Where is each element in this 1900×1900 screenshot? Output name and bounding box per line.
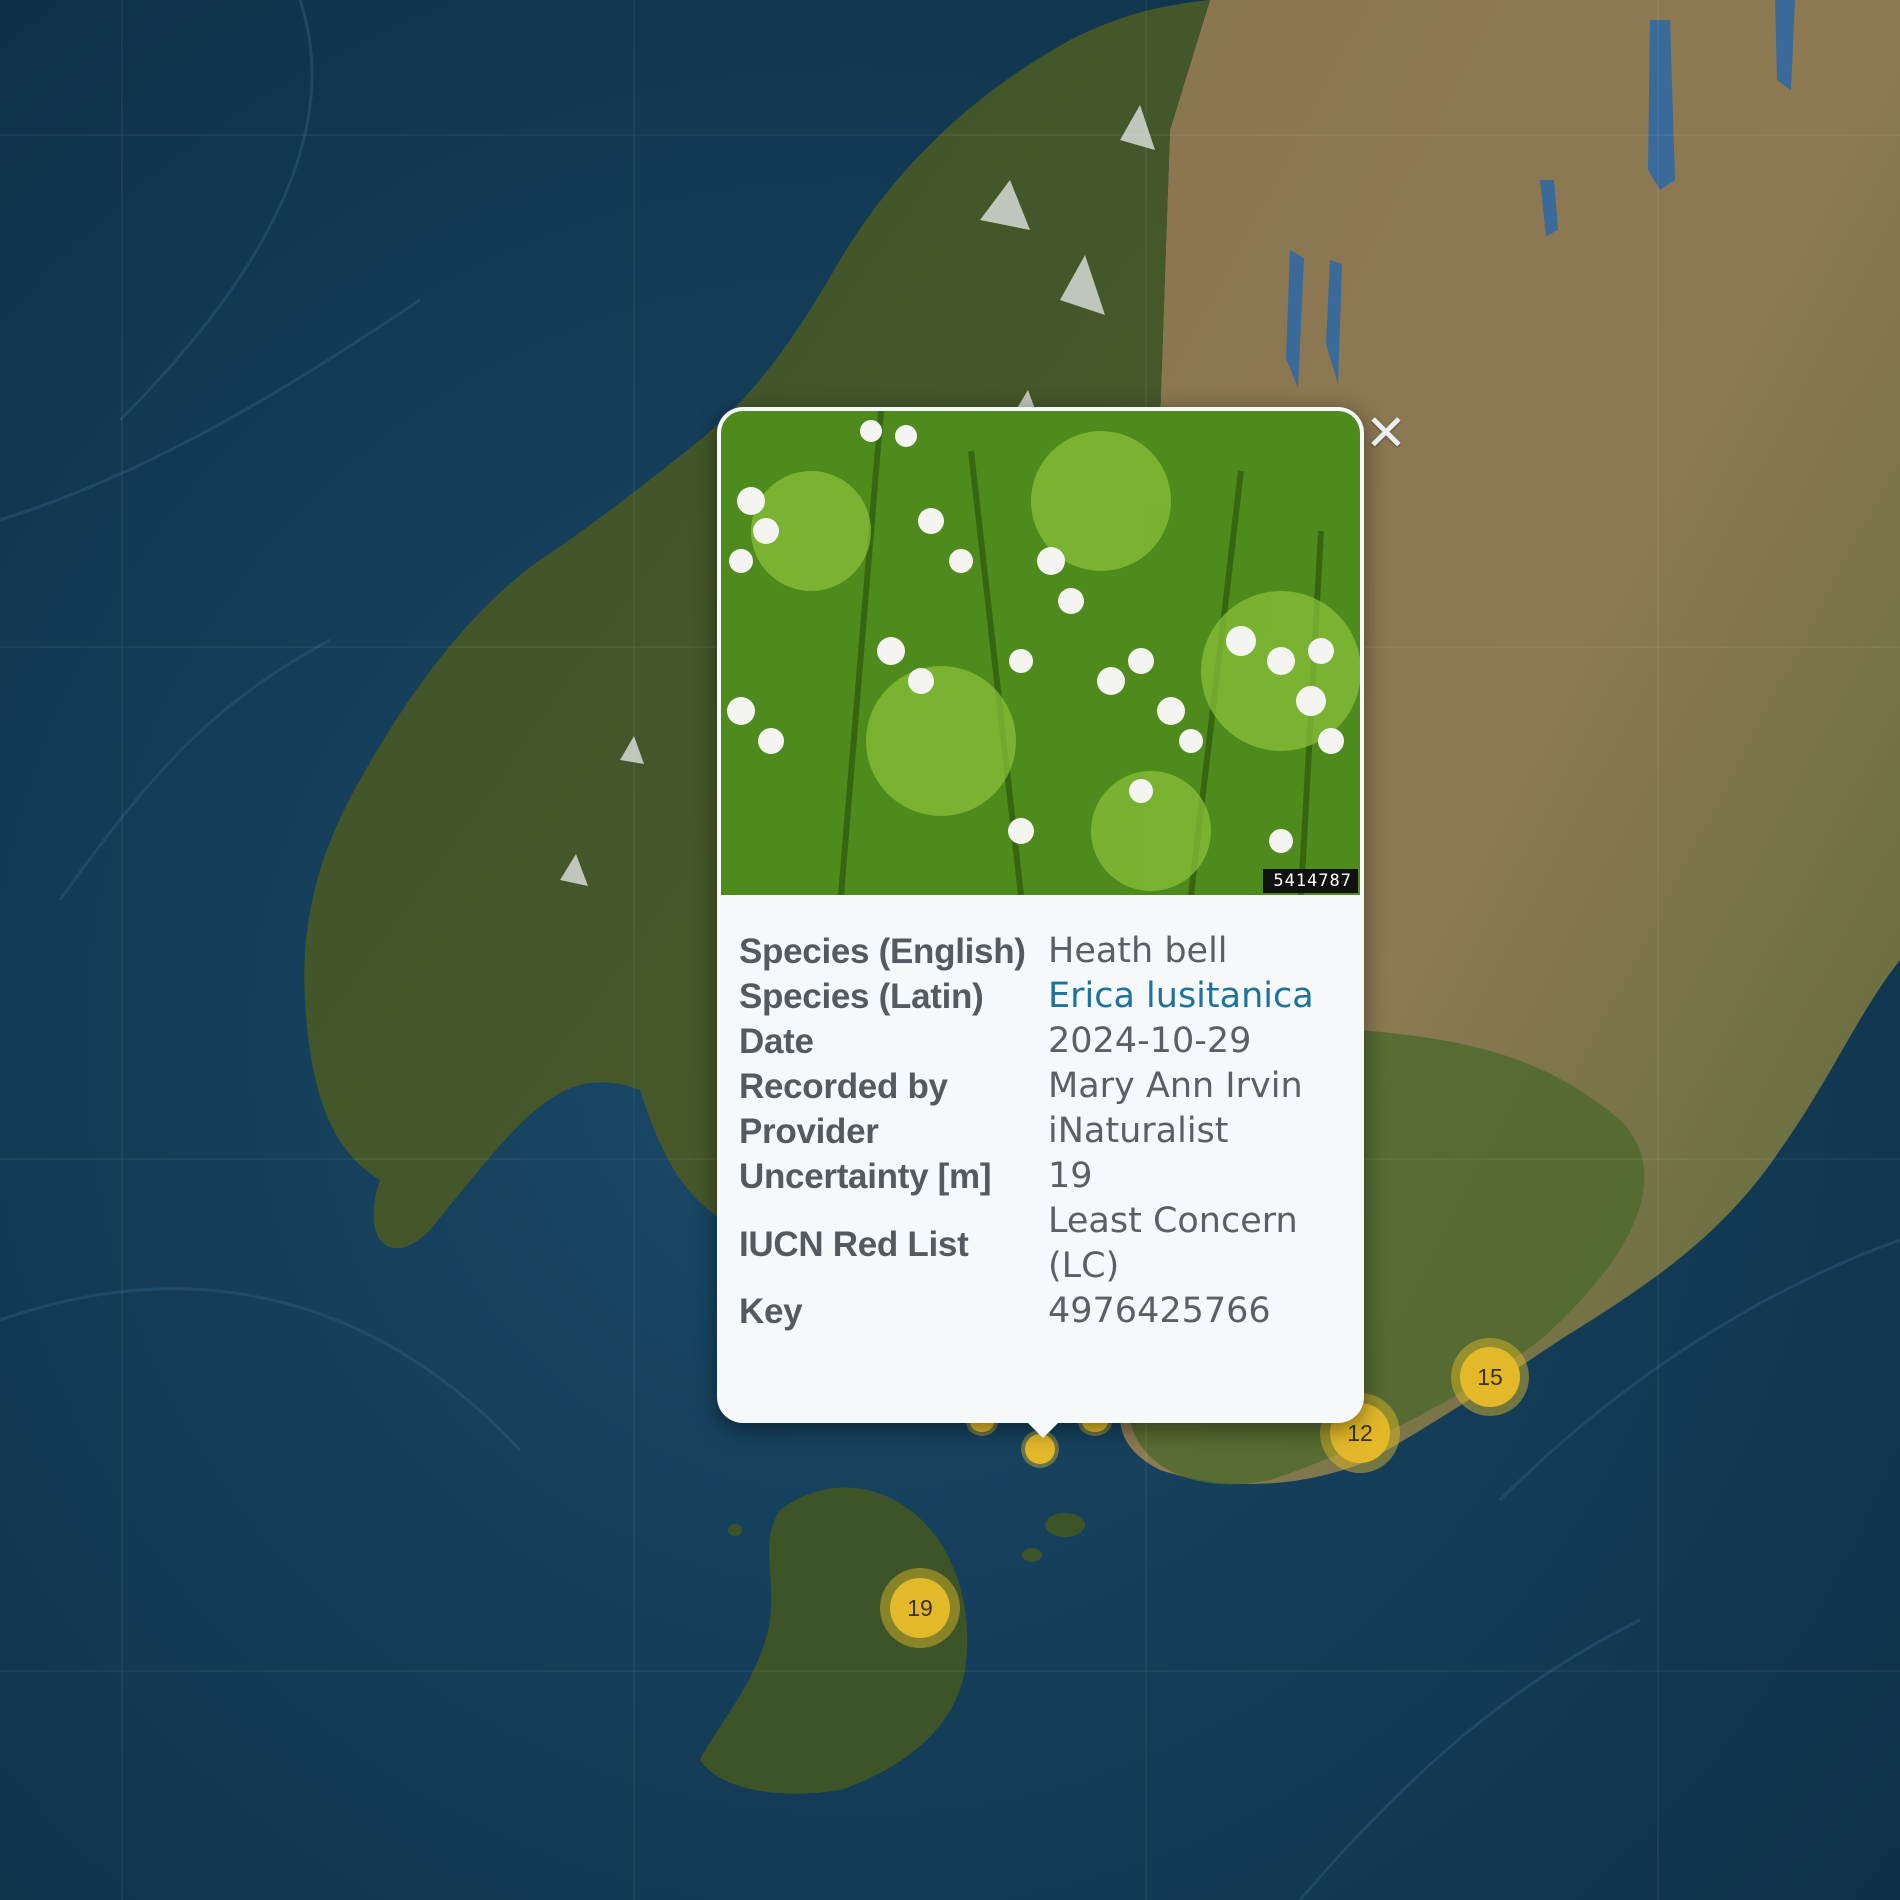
attribute-row: Recorded by Mary Ann Irvin [739, 1064, 1339, 1109]
attribute-label: Uncertainty [m] [739, 1157, 992, 1196]
attribute-label: Date [739, 1022, 814, 1061]
attribute-row: Species (English) Heath bell [739, 929, 1339, 974]
attribute-value: Heath bell [1048, 931, 1228, 971]
attribute-label: Species (English) [739, 932, 1026, 971]
attribute-row: Provider iNaturalist [739, 1109, 1339, 1154]
attribute-row: Species (Latin) Erica lusitanica [739, 974, 1339, 1019]
attribute-value: Least Concern (LC) [1048, 1201, 1298, 1286]
attribute-value: 4976425766 [1048, 1291, 1271, 1331]
attribute-label: Species (Latin) [739, 977, 984, 1016]
cluster-marker[interactable]: 15 [1451, 1338, 1529, 1416]
attribute-row: Uncertainty [m] 19 [739, 1154, 1339, 1199]
close-icon[interactable]: ✕ [1363, 408, 1409, 458]
occurrence-marker[interactable] [1025, 1434, 1055, 1464]
species-photo[interactable] [721, 411, 1360, 895]
attribute-value: 2024-10-29 [1048, 1021, 1252, 1061]
attribute-row: Date 2024-10-29 [739, 1019, 1339, 1064]
attribute-value: iNaturalist [1048, 1111, 1229, 1151]
attribute-row: Key 4976425766 [739, 1289, 1339, 1334]
cluster-count: 19 [890, 1578, 950, 1638]
occurrence-popup: 5414787 Species (English) Heath bell Spe… [717, 407, 1364, 1423]
attribute-label: Recorded by [739, 1067, 948, 1106]
cluster-marker[interactable]: 19 [880, 1568, 960, 1648]
attribute-label: Key [739, 1292, 803, 1331]
species-latin-link[interactable]: Erica lusitanica [1048, 976, 1314, 1016]
photo-id-label: 5414787 [1263, 869, 1358, 893]
popup-pointer [1026, 1421, 1060, 1438]
attribute-table: Species (English) Heath bell Species (La… [739, 929, 1339, 1334]
attribute-label: Provider [739, 1112, 879, 1151]
cluster-count: 15 [1460, 1347, 1520, 1407]
attribute-label: IUCN Red List [739, 1224, 969, 1264]
attribute-value: 19 [1048, 1156, 1093, 1196]
attribute-row: IUCN Red List Least Concern (LC) [739, 1199, 1339, 1289]
attribute-value: Mary Ann Irvin [1048, 1066, 1303, 1106]
